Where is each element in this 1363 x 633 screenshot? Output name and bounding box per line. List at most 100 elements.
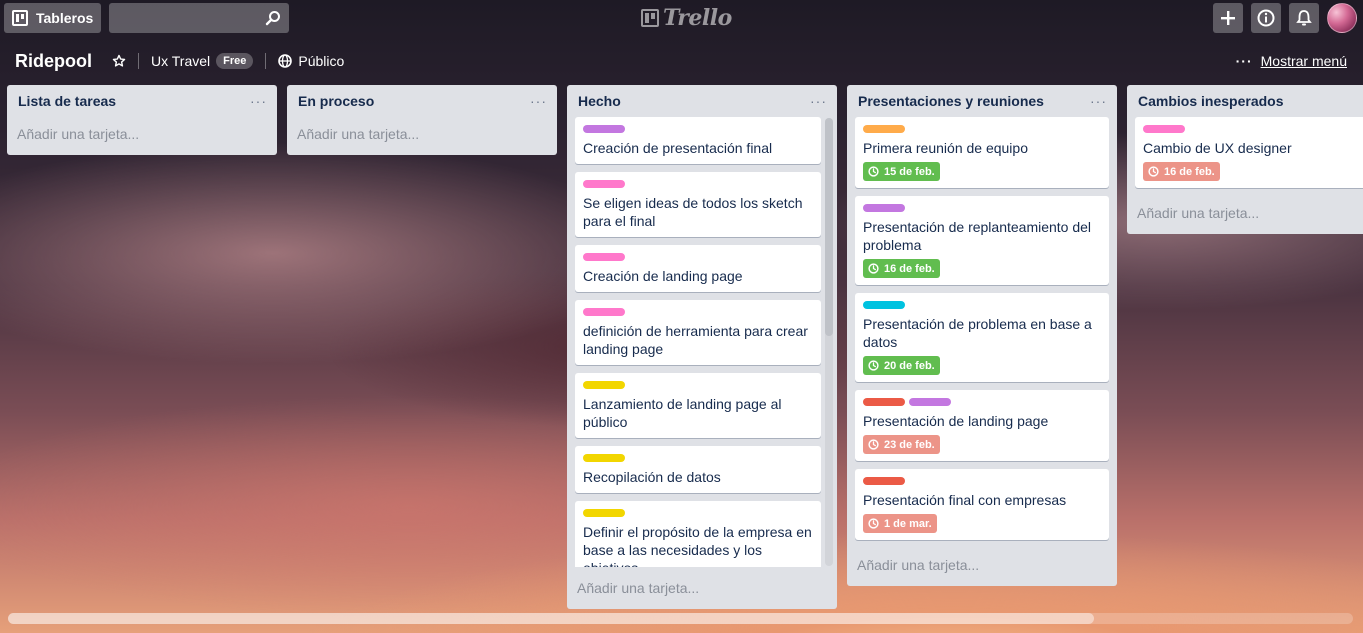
add-card-button[interactable]: Añadir una tarjeta... [7,117,277,151]
list-title[interactable]: Hecho [578,93,621,109]
logo-text: Trello [663,5,732,31]
due-date-text: 15 de feb. [884,165,935,178]
list-menu-icon[interactable]: ··· [1090,94,1107,108]
list-presentaciones-y-reuniones: Presentaciones y reuniones ··· Primera r… [847,85,1117,586]
card[interactable]: Creación de presentación final [575,117,821,164]
card-title: Creación de landing page [583,268,743,284]
card[interactable]: Presentación de replanteamiento del prob… [855,196,1109,285]
card[interactable]: Se eligen ideas de todos los sketch para… [575,172,821,237]
due-date-text: 20 de feb. [884,359,935,372]
list-title[interactable]: En proceso [298,93,374,109]
card-list: Creación de presentación final Se eligen … [567,117,837,567]
card-label-sky [863,301,905,309]
notifications-button[interactable] [1289,3,1319,33]
card-title: Recopilación de datos [583,469,721,485]
card-title: Definir el propósito de la empresa en ba… [583,524,812,567]
card[interactable]: Definir el propósito de la empresa en ba… [575,501,821,567]
boards-label: Tableros [36,10,94,26]
due-date-text: 16 de feb. [884,262,935,275]
avatar[interactable] [1327,3,1357,33]
card[interactable]: Presentación de landing page 23 de feb. [855,390,1109,461]
list-title[interactable]: Presentaciones y reuniones [858,93,1044,109]
top-header: Tableros Trello [0,0,1363,36]
card-label-red [863,477,905,485]
add-card-button[interactable]: Añadir una tarjeta... [847,548,1117,582]
card-label-purple [583,125,625,133]
card-label-purple [863,204,905,212]
card-labels [583,454,813,462]
due-date-badge[interactable]: 15 de feb. [863,162,940,181]
card[interactable]: Creación de landing page [575,245,821,292]
list-header: Cambios inesperados [1127,85,1363,117]
list-title[interactable]: Lista de tareas [18,93,116,109]
card[interactable]: definición de herramienta para crear lan… [575,300,821,365]
boards-button[interactable]: Tableros [4,3,102,33]
list-menu-icon[interactable]: ··· [530,94,547,108]
show-menu[interactable]: ··· Mostrar menú [1236,53,1347,69]
card[interactable]: Primera reunión de equipo 15 de feb. [855,117,1109,188]
card-title: Presentación de problema en base a datos [863,316,1092,350]
card-title: definición de herramienta para crear lan… [583,323,808,357]
card[interactable]: Recopilación de datos [575,446,821,493]
clock-icon [1148,166,1159,177]
header-actions [1213,3,1357,33]
card[interactable]: Lanzamiento de landing page al público [575,373,821,438]
search-box[interactable] [109,3,290,33]
due-date-badge[interactable]: 23 de feb. [863,435,940,454]
card-list: Primera reunión de equipo 15 de feb. Prese… [847,117,1117,540]
card-label-pink [583,308,625,316]
board-title[interactable]: Ridepool [15,51,92,72]
card-labels [583,381,813,389]
team-name[interactable]: Ux Travel [151,53,210,69]
card-label-pink [1143,125,1185,133]
due-date-badge[interactable]: 20 de feb. [863,356,940,375]
add-card-button[interactable]: Añadir una tarjeta... [1127,196,1363,230]
card-title: Creación de presentación final [583,140,773,156]
list-menu-icon[interactable]: ··· [810,94,827,108]
add-card-button[interactable]: Añadir una tarjeta... [567,571,837,605]
globe-icon [278,54,293,68]
card[interactable]: Presentación de problema en base a datos… [855,293,1109,382]
list-hecho: Hecho ··· Creación de presentación final… [567,85,837,609]
list-header: En proceso ··· [287,85,557,117]
divider [265,53,267,69]
due-date-text: 1 de mar. [884,517,932,530]
search-input[interactable] [109,3,290,33]
clock-icon [868,360,879,371]
card[interactable]: Presentación final con empresas 1 de mar. [855,469,1109,540]
star-icon[interactable] [112,54,126,68]
create-button[interactable] [1213,3,1243,33]
due-date-badge[interactable]: 16 de feb. [1143,162,1220,181]
list-cambios-inesperados: Cambios inesperados Cambio de UX designe… [1127,85,1363,234]
card-labels [863,204,1101,212]
divider [138,53,139,69]
card-title: Presentación final con empresas [863,492,1067,508]
due-date-text: 23 de feb. [884,438,935,451]
card[interactable]: Cambio de UX designer 16 de feb. [1135,117,1363,188]
board-scrollbar-thumb[interactable] [8,613,1094,624]
info-button[interactable] [1251,3,1281,33]
list-lista-de-tareas: Lista de tareas ··· Añadir una tarjeta..… [7,85,277,155]
visibility-button[interactable]: Público [278,53,344,69]
team-badge: Free [216,53,254,69]
card-label-orange [863,125,905,133]
list-menu-icon[interactable]: ··· [250,94,267,108]
plus-icon [1221,11,1235,25]
card-title: Presentación de replanteamiento del prob… [863,219,1092,253]
list-title[interactable]: Cambios inesperados [1138,93,1284,109]
due-date-badge[interactable]: 16 de feb. [863,259,940,278]
search-icon[interactable] [265,10,281,26]
add-card-button[interactable]: Añadir una tarjeta... [287,117,557,151]
card-labels [583,509,813,517]
clock-icon [868,518,879,529]
card-labels [863,477,1101,485]
card-label-pink [583,180,625,188]
card-labels [863,398,1101,406]
card-title: Cambio de UX designer [1143,140,1292,156]
list-scrollbar-thumb[interactable] [825,118,833,336]
card-title: Se eligen ideas de todos los sketch para… [583,195,803,229]
trello-logo[interactable]: Trello [641,5,732,31]
list-header: Hecho ··· [567,85,837,117]
due-date-badge[interactable]: 1 de mar. [863,514,937,533]
show-menu-link[interactable]: Mostrar menú [1261,53,1347,69]
